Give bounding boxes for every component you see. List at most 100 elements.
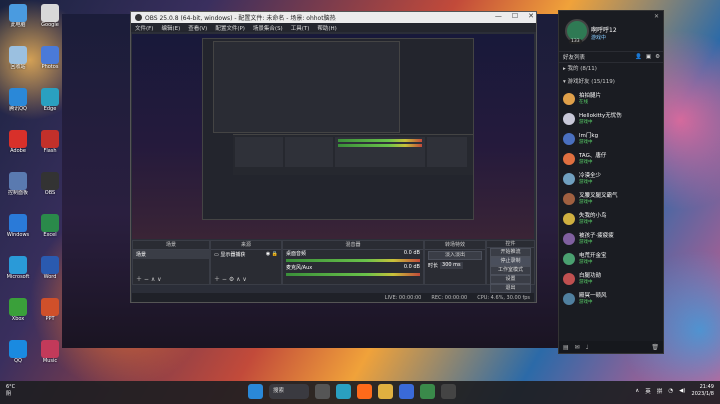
avatar xyxy=(563,153,575,165)
list-item[interactable]: 冷漠全少 游戏中 xyxy=(559,169,663,189)
exit-button[interactable]: 退出 xyxy=(490,284,531,293)
mail-icon[interactable]: ✉ xyxy=(575,344,580,351)
app-icon xyxy=(9,214,27,232)
avatar xyxy=(563,113,575,125)
menu-help[interactable]: 帮助(H) xyxy=(317,24,336,32)
app-icon xyxy=(9,256,27,274)
weather-desc: 阴 xyxy=(6,391,12,397)
app-icon xyxy=(41,256,59,274)
ime-pinyin[interactable]: 拼 xyxy=(657,387,663,395)
taskbar-search[interactable]: 搜索 xyxy=(269,384,309,399)
list-item[interactable]: Hellokitty无忧伤 游戏中 xyxy=(559,109,663,129)
mixer-track2-meter[interactable] xyxy=(286,273,420,276)
folder-icon[interactable]: ▣ xyxy=(646,54,651,60)
list-item[interactable]: lm门kg 游戏中 xyxy=(559,129,663,149)
eye-lock-icon[interactable]: ◉ 🔒 xyxy=(266,251,278,257)
list-item[interactable]: 电荒开金宝 游戏中 xyxy=(559,249,663,269)
list-item[interactable]: 白腿功勋 游戏中 xyxy=(559,269,663,289)
start-streaming-button[interactable]: 开始推流 xyxy=(490,248,531,257)
avatar xyxy=(563,293,575,305)
close-icon[interactable]: ✕ xyxy=(528,12,534,20)
list-item[interactable]: TAG、唐仔 游戏中 xyxy=(559,149,663,169)
menu-view[interactable]: 查看(V) xyxy=(188,24,207,32)
add-friend-icon[interactable]: 👤 xyxy=(635,54,642,60)
list-item[interactable]: 叉腰叉腿叉霸气 游戏中 xyxy=(559,189,663,209)
transition-type-select[interactable]: 淡入淡出 xyxy=(428,251,482,260)
store-icon[interactable] xyxy=(399,384,414,399)
volume-icon[interactable]: ◀) xyxy=(679,388,685,394)
chevron-up-icon[interactable]: ∧ xyxy=(635,388,639,394)
menu-profile[interactable]: 配置文件(P) xyxy=(215,24,245,32)
close-icon[interactable]: ✕ xyxy=(654,13,659,20)
message-icon[interactable]: ▤ xyxy=(563,344,569,351)
friend-status: 在线 xyxy=(579,99,588,105)
settings-button[interactable]: 设置 xyxy=(490,275,531,284)
menu-file[interactable]: 文件(F) xyxy=(135,24,153,32)
duration-input[interactable]: 300 ms xyxy=(440,262,463,269)
task-view-icon[interactable] xyxy=(315,384,330,399)
friend-name: 白腿功勋 xyxy=(579,272,602,279)
desktop-icon-label: 回收站 xyxy=(10,64,26,70)
network-icon[interactable]: ◔ xyxy=(668,388,673,394)
xiaomi-icon[interactable] xyxy=(357,384,372,399)
desktop-icon[interactable]: Xbox xyxy=(2,298,34,334)
group-game-friends[interactable]: ▾ 游戏好友 (15/119) xyxy=(559,76,663,89)
obs-dock-area: 场景 场景 ＋ − ∧ ∨ 来源 ▭ 显示器捕获 ◉ 🔒 ＋ − ⚙ ∧ ∨ 混… xyxy=(132,240,535,293)
weather-temp: 6°C xyxy=(6,384,16,390)
desktop-icon[interactable]: 回收站 xyxy=(2,46,34,82)
qq-friends-panel: 133 啊呼呼12 游戏中 ✕ 好友列表 👤 ▣ ⚙ ▸ 我的 (8/11) ▾… xyxy=(558,10,664,354)
list-item[interactable]: 被孩子·疲疲疲 游戏中 xyxy=(559,229,663,249)
desktop-icon[interactable]: 腾讯QQ xyxy=(2,88,34,124)
desktop-icon[interactable]: Windows xyxy=(2,214,34,250)
minimize-icon[interactable]: — xyxy=(495,12,502,20)
obs-taskbar-icon[interactable] xyxy=(441,384,456,399)
desktop-icon-label: Adobe xyxy=(10,148,26,154)
desktop-icon[interactable]: Microsoft xyxy=(2,256,34,292)
file-explorer-icon[interactable] xyxy=(378,384,393,399)
obs-preview-canvas[interactable] xyxy=(132,34,534,239)
list-item[interactable]: 殿冥一顿风 游戏中 xyxy=(559,289,663,309)
trash-icon[interactable]: 🗑 xyxy=(651,344,663,351)
friends-list-tab[interactable]: 好友列表 xyxy=(563,53,585,61)
clock-time: 21:49 xyxy=(699,384,714,390)
source-add-remove-buttons[interactable]: ＋ − ⚙ ∧ ∨ xyxy=(214,274,247,283)
edge-icon[interactable] xyxy=(336,384,351,399)
desktop-icon[interactable]: Adobe xyxy=(2,130,34,166)
desktop-icon[interactable]: 控制面板 xyxy=(2,172,34,208)
friend-name: 拍拍腿片 xyxy=(579,92,602,99)
list-item[interactable]: 失我的小鸟 游戏中 xyxy=(559,209,663,229)
friend-list: 拍拍腿片 在线 Hellokitty无忧伤 游戏中 lm门kg 游戏中 TAG、唐仔 游戏中冷… xyxy=(559,89,663,309)
taskbar-clock[interactable]: 21:49 2023/1/8 xyxy=(692,384,714,398)
qq-username[interactable]: 啊呼呼12 xyxy=(591,25,617,34)
scene-item[interactable]: 场景 xyxy=(133,250,209,259)
weather-widget[interactable]: 6°C 阴 xyxy=(6,384,15,398)
app-icon xyxy=(41,214,59,232)
stop-recording-button[interactable]: 停止录制 xyxy=(490,257,531,266)
menu-edit[interactable]: 编辑(E) xyxy=(161,24,180,32)
list-item[interactable]: 拍拍腿片 在线 xyxy=(559,89,663,109)
app-icon xyxy=(9,4,27,22)
studio-mode-button[interactable]: 工作室模式 xyxy=(490,266,531,275)
friend-status: 游戏中 xyxy=(579,139,593,145)
mic-icon[interactable]: ♩ xyxy=(586,344,589,351)
desktop-icon[interactable]: QQ xyxy=(2,340,34,376)
qq-online-status[interactable]: 游戏中 xyxy=(591,34,606,41)
friend-name: 失我的小鸟 xyxy=(579,212,607,219)
scene-add-remove-buttons[interactable]: ＋ − ∧ ∨ xyxy=(136,274,162,283)
friend-status: 游戏中 xyxy=(579,179,593,185)
start-icon[interactable] xyxy=(248,384,263,399)
maximize-icon[interactable]: ☐ xyxy=(512,12,518,20)
mixer-track1-meter[interactable] xyxy=(286,259,420,262)
app-icon[interactable] xyxy=(420,384,435,399)
group-my-friends[interactable]: ▸ 我的 (8/11) xyxy=(559,63,663,76)
obs-title-bar[interactable]: OBS 25.0.8 (64-bit, windows) - 配置文件: 未命名… xyxy=(131,12,536,23)
desktop-icon[interactable]: 此电脑 xyxy=(2,4,34,40)
menu-tools[interactable]: 工具(T) xyxy=(291,24,310,32)
menu-scene-collection[interactable]: 场景集合(S) xyxy=(253,24,283,32)
avatar xyxy=(563,273,575,285)
settings-icon[interactable]: ⚙ xyxy=(655,54,663,60)
friend-name: lm门kg xyxy=(579,132,599,139)
source-item[interactable]: ▭ 显示器捕获 ◉ 🔒 xyxy=(211,250,281,259)
ime-english[interactable]: 英 xyxy=(645,387,651,395)
app-icon xyxy=(41,298,59,316)
